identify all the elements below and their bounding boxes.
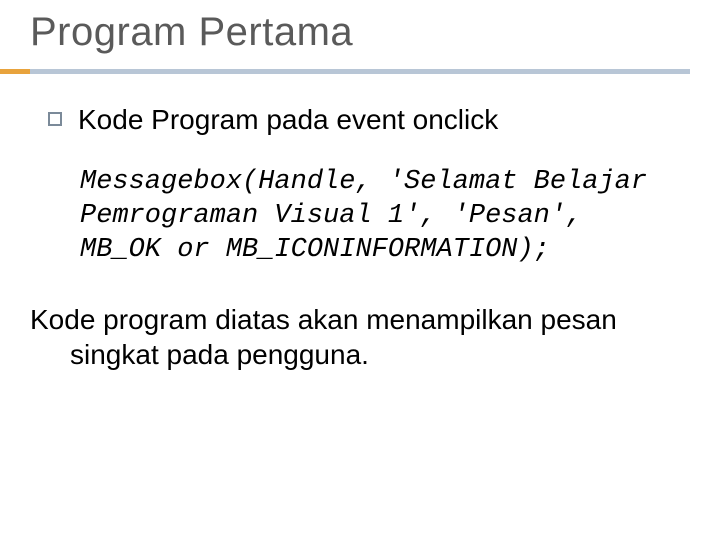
slide: Program Pertama Kode Program pada event … xyxy=(0,0,720,540)
bullet-text: Kode Program pada event onclick xyxy=(78,104,498,136)
square-bullet-icon xyxy=(48,112,62,126)
title-underline xyxy=(30,69,690,74)
title-underline-accent xyxy=(0,69,30,74)
closing-paragraph: Kode program diatas akan menampilkan pes… xyxy=(30,302,670,372)
bullet-item: Kode Program pada event onclick xyxy=(48,104,690,136)
slide-title: Program Pertama xyxy=(30,10,690,55)
code-snippet: Messagebox(Handle, 'Selamat Belajar Pemr… xyxy=(80,166,670,267)
closing-line-2: singkat pada pengguna. xyxy=(30,337,670,372)
closing-line-1: Kode program diatas akan menampilkan pes… xyxy=(30,304,617,335)
